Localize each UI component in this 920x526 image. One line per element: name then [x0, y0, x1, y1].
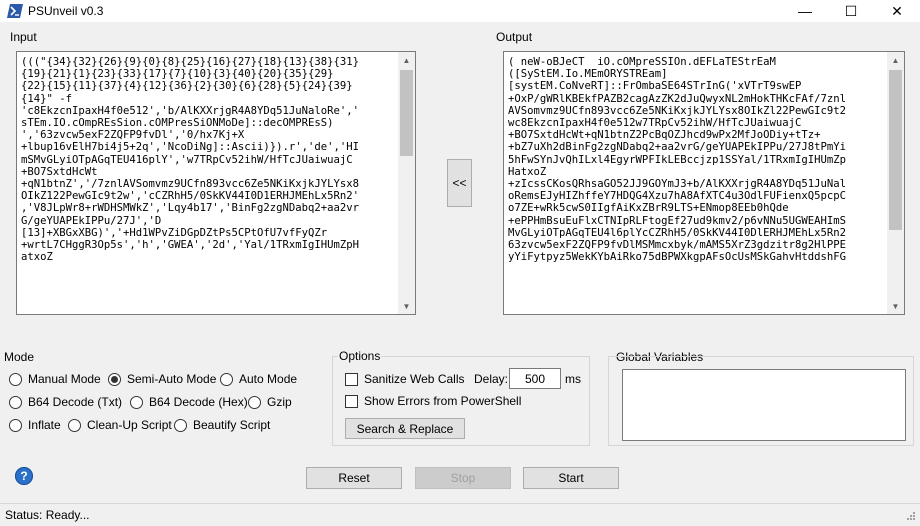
radio-circle[interactable]	[130, 395, 143, 409]
delay-unit: ms	[565, 372, 581, 386]
radio-auto-mode[interactable]: Auto Mode	[220, 371, 297, 387]
radio-clean-up-script[interactable]: Clean-Up Script	[68, 417, 172, 433]
output-scrollbar[interactable]: ▲ ▼	[887, 52, 904, 314]
radio-circle[interactable]	[9, 372, 22, 386]
minimize-icon: —	[798, 3, 812, 19]
delay-label: Delay:	[474, 372, 509, 386]
input-textarea[interactable]: ((("{34}{32}{26}{9}{0}{8}{25}{16}{27}{18…	[16, 51, 416, 315]
transfer-output-to-input-button[interactable]: <<	[447, 159, 472, 207]
status-bar: Status: Ready...	[0, 503, 920, 526]
input-text[interactable]: ((("{34}{32}{26}{9}{0}{8}{25}{16}{27}{18…	[21, 56, 395, 312]
window-title: PSUnveil v0.3	[28, 4, 104, 18]
scroll-up-icon[interactable]: ▲	[887, 52, 904, 68]
radio-b64-decode-hex[interactable]: B64 Decode (Hex)	[130, 394, 248, 410]
resize-grip-icon[interactable]	[904, 511, 916, 523]
radio-circle[interactable]	[220, 372, 233, 386]
radio-circle[interactable]	[68, 418, 81, 432]
radio-selected-dot	[111, 375, 118, 383]
scroll-thumb[interactable]	[400, 70, 413, 156]
powershell-icon	[7, 4, 23, 18]
radio-b64-decode-txt[interactable]: B64 Decode (Txt)	[9, 394, 122, 410]
radio-circle[interactable]	[9, 395, 22, 409]
minimize-button[interactable]: —	[782, 0, 828, 22]
stop-button[interactable]: Stop	[415, 467, 511, 489]
radio-inflate[interactable]: Inflate	[9, 417, 61, 433]
radio-beautify-script[interactable]: Beautify Script	[174, 417, 270, 433]
scroll-thumb[interactable]	[889, 70, 902, 230]
input-scrollbar[interactable]: ▲ ▼	[398, 52, 415, 314]
radio-gzip[interactable]: Gzip	[248, 394, 292, 410]
search-replace-button[interactable]: Search & Replace	[345, 418, 465, 439]
options-label: Options	[338, 349, 382, 363]
maximize-button[interactable]: ☐	[828, 0, 874, 22]
maximize-icon: ☐	[844, 2, 858, 19]
scroll-up-icon[interactable]: ▲	[398, 52, 415, 68]
delay-input[interactable]: 500	[509, 368, 561, 389]
title-bar: PSUnveil v0.3 — ☐ ✕	[0, 0, 920, 22]
output-label: Output	[496, 30, 533, 44]
show-errors-checkbox[interactable]: Show Errors from PowerShell	[345, 393, 521, 409]
radio-circle[interactable]	[108, 372, 121, 386]
checkbox-box[interactable]	[345, 372, 358, 386]
radio-manual-mode[interactable]: Manual Mode	[9, 371, 101, 387]
output-text[interactable]: ( neW-oBJeCT iO.cOMpreSSIOn.dEFLaTEStrEa…	[508, 56, 884, 312]
checkbox-box[interactable]	[345, 394, 358, 408]
close-button[interactable]: ✕	[874, 0, 920, 22]
mode-label: Mode	[4, 350, 35, 364]
radio-circle[interactable]	[248, 395, 261, 409]
close-icon: ✕	[891, 2, 903, 19]
transfer-button-label: <<	[452, 176, 467, 190]
reset-button[interactable]: Reset	[306, 467, 402, 489]
scroll-down-icon[interactable]: ▼	[887, 298, 904, 314]
input-label: Input	[10, 30, 37, 44]
global-variables-textarea[interactable]	[622, 369, 906, 441]
radio-circle[interactable]	[9, 418, 22, 432]
help-icon[interactable]: ?	[15, 467, 33, 485]
radio-circle[interactable]	[174, 418, 187, 432]
radio-semi-auto-mode[interactable]: Semi-Auto Mode	[108, 371, 216, 387]
status-text: Status: Ready...	[5, 508, 90, 522]
start-button[interactable]: Start	[523, 467, 619, 489]
sanitize-web-calls-checkbox[interactable]: Sanitize Web Calls	[345, 371, 465, 387]
output-textarea[interactable]: ( neW-oBJeCT iO.cOMpreSSIOn.dEFLaTEStrEa…	[503, 51, 905, 315]
scroll-down-icon[interactable]: ▼	[398, 298, 415, 314]
